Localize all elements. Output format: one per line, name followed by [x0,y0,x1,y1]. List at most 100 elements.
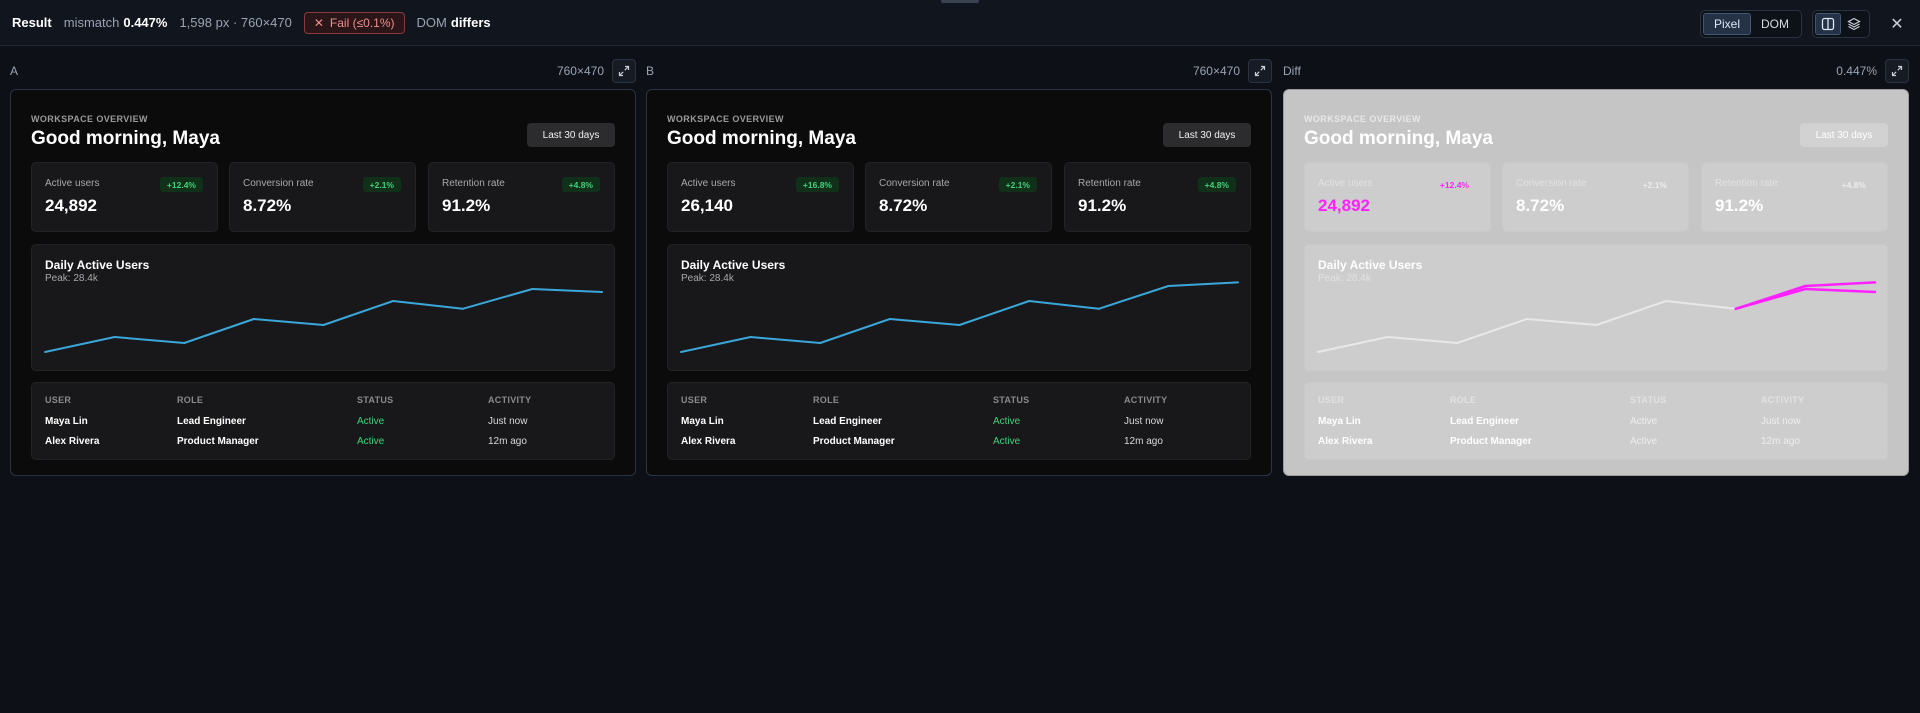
compare-mode-toggle: Pixel DOM [1699,10,1802,38]
users-table: USER ROLE STATUS ACTIVITY Maya Lin Lead … [1304,382,1888,460]
column-header: USER [1318,395,1345,405]
metric-label: Active users [681,178,736,189]
line-chart [680,281,1239,353]
column-header: STATUS [993,395,1030,405]
metric-delta-badge: +16.8% [795,177,839,192]
chart-line-segment [461,288,534,310]
metric-delta-badge: +4.8% [1841,179,1866,190]
chart-line-segment [531,288,603,293]
metric-value: 91.2% [442,196,491,215]
eyebrow: WORKSPACE OVERVIEW [31,114,148,124]
eyebrow: WORKSPACE OVERVIEW [667,114,784,124]
table-cell-user: Alex Rivera [1318,436,1373,447]
close-icon[interactable]: ✕ [1886,13,1908,35]
table-cell-role: Lead Engineer [813,416,882,427]
expand-icon[interactable] [1248,59,1272,83]
pixels-info: 1,598 px · 760×470 [179,15,292,30]
expand-icon[interactable] [612,59,636,83]
drag-handle[interactable] [941,0,979,3]
chart-line-segment [44,336,116,353]
split-view-icon[interactable] [1815,13,1841,35]
date-range-button[interactable]: Last 30 days [1163,123,1251,147]
column-header: ACTIVITY [1124,395,1168,405]
column-header: ACTIVITY [1761,395,1805,405]
column-header: ROLE [177,395,204,405]
table-cell-user: Maya Lin [1318,416,1361,427]
chart-line-segment [1097,285,1170,310]
panel-a-size: 760×470 [556,64,604,78]
column-header: STATUS [357,395,394,405]
table-cell-user: Maya Lin [45,416,88,427]
panel-a-header: A 760×470 [10,59,636,83]
diff-overlay: WORKSPACE OVERVIEW Good morning, Maya La… [1283,89,1909,476]
metric-label: Conversion rate [243,178,314,189]
table-cell-status: Active [993,416,1021,427]
table-cell-activity: Just now [488,416,528,427]
date-range-button[interactable]: Last 30 days [527,123,615,147]
chart-diff-segment [1804,287,1877,294]
chart-line-segment [1167,281,1239,287]
metric-card: Retention rate 91.2% +4.8% [428,162,615,232]
date-range-button[interactable]: Last 30 days [1800,123,1888,147]
panel-b-size: 760×470 [1192,64,1240,78]
metric-card: Conversion rate 8.72% +2.1% [229,162,416,232]
metric-card: Retention rate 91.2% +4.8% [1064,162,1251,232]
chart-line-segment [1525,318,1598,326]
eyebrow: WORKSPACE OVERVIEW [1304,114,1421,124]
x-icon: ✕ [313,15,324,30]
metric-delta-badge: +2.1% [998,177,1037,192]
screenshot-a: WORKSPACE OVERVIEW Good morning, Maya La… [10,89,636,476]
metric-label: Retention rate [1715,178,1778,189]
table-cell-role: Product Manager [813,436,895,447]
chart-diff-segment [1734,284,1807,311]
chart-line-segment [1317,336,1389,353]
table-cell-activity: Just now [1761,416,1801,427]
column-header: ROLE [813,395,840,405]
chart-line-segment [1665,300,1737,310]
panel-diff-percent: 0.447% [1836,64,1877,78]
column-header: STATUS [1630,395,1667,405]
table-cell-user: Maya Lin [681,416,724,427]
metric-label: Conversion rate [1516,178,1587,189]
mode-pixel-button[interactable]: Pixel [1702,13,1751,35]
metric-card: Active users 24,892 +12.4% [1304,162,1491,232]
line-chart-diff [1317,281,1877,353]
chart-line-segment [252,318,325,326]
dom-status: differs [450,15,491,30]
table-cell-status: Active [357,416,385,427]
chart-line-segment [183,318,255,344]
users-table: USER ROLE STATUS ACTIVITY Maya Lin Lead … [31,382,615,460]
mode-dom-button[interactable]: DOM [1751,13,1799,35]
chart-line-segment [888,318,961,326]
layers-icon[interactable] [1841,13,1867,35]
metric-delta-badge: +4.8% [1197,177,1236,192]
dom-label: DOM [416,15,447,30]
metric-value: 26,140 [681,196,733,215]
metric-label: Active users [1318,178,1373,189]
table-cell-activity: 12m ago [1761,436,1800,447]
panel-diff-header: Diff 0.447% [1283,59,1909,83]
table-cell-user: Alex Rivera [681,436,736,447]
metric-label: Conversion rate [879,178,950,189]
chart-line-segment [322,300,395,326]
column-header: ROLE [1450,395,1477,405]
table-cell-activity: Just now [1124,416,1164,427]
chart-line-segment [958,300,1031,326]
metric-value: 91.2% [1078,196,1127,215]
result-title: Result [12,15,52,30]
view-toggle [1812,10,1870,38]
chart-diff-segment [1804,281,1877,288]
chart-line-segment [819,318,891,344]
chart-line-segment [113,336,186,344]
metric-card: Conversion rate 8.72% +2.1% [865,162,1052,232]
greeting-title: Good morning, Maya [1304,128,1493,149]
metric-delta-badge: +12.4% [159,177,203,192]
users-table: USER ROLE STATUS ACTIVITY Maya Lin Lead … [667,382,1251,460]
table-cell-role: Lead Engineer [1450,416,1519,427]
metric-value: 24,892 [45,196,97,215]
panel-a-label: A [10,64,19,78]
metric-label: Retention rate [442,178,505,189]
chart-card: Daily Active Users Peak: 28.4k [31,244,615,371]
chart-line-segment [680,336,752,353]
expand-icon[interactable] [1885,59,1909,83]
